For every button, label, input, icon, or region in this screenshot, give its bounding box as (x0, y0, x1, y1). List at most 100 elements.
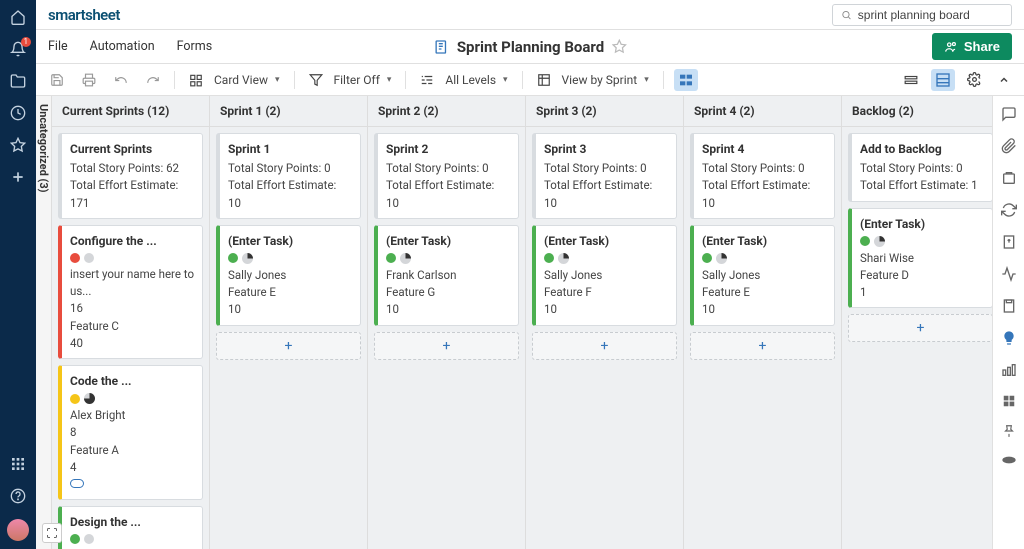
save-icon[interactable] (46, 70, 68, 90)
status-dot (702, 253, 712, 263)
card-title: Sprint 3 (544, 140, 668, 158)
pin-icon[interactable] (1002, 424, 1016, 438)
conversations-icon[interactable] (1001, 106, 1017, 122)
summary-card[interactable]: Sprint 1Total Story Points: 0Total Effor… (216, 133, 361, 219)
notifications-icon[interactable]: 1 (9, 40, 27, 58)
sheet-title: Sprint Planning Board (433, 38, 627, 56)
column-header[interactable]: Sprint 4 (2) (684, 96, 841, 127)
collapse-icon[interactable] (994, 71, 1014, 89)
card-view-selector[interactable]: Card View (185, 70, 284, 90)
progress-pie-icon (400, 253, 411, 264)
attachments-icon[interactable] (1001, 138, 1017, 154)
column-header[interactable]: Current Sprints (12) (52, 96, 209, 127)
add-card-button[interactable]: + (690, 332, 835, 360)
uncategorized-lane[interactable]: Uncategorized (3) (36, 96, 52, 549)
search-icon (841, 9, 852, 21)
card-line: 8 (70, 424, 194, 441)
card-line: 1 (860, 284, 984, 301)
add-card-button[interactable]: + (848, 314, 992, 342)
add-card-button[interactable]: + (374, 332, 519, 360)
task-card[interactable]: Configure the ...insert your name here t… (58, 225, 203, 359)
settings-icon[interactable] (963, 69, 986, 90)
card-title: Current Sprints (70, 140, 194, 158)
search-input[interactable] (858, 8, 1003, 22)
formula-icon[interactable] (1001, 362, 1017, 378)
card-title: (Enter Task) (702, 232, 826, 250)
status-dot (228, 253, 238, 263)
apps-icon[interactable] (9, 455, 27, 473)
card-line: Frank Carlson (386, 267, 510, 284)
home-icon[interactable] (9, 8, 27, 26)
favorite-star-icon[interactable] (612, 39, 627, 54)
share-label: Share (964, 39, 1000, 54)
menu-forms[interactable]: Forms (177, 39, 213, 54)
task-card[interactable]: (Enter Task)Frank CarlsonFeature G10 (374, 225, 519, 326)
menu-automation[interactable]: Automation (90, 39, 155, 54)
sheet-title-text: Sprint Planning Board (457, 38, 604, 56)
card-title: (Enter Task) (228, 232, 352, 250)
column-header[interactable]: Sprint 1 (2) (210, 96, 367, 127)
card-title: Design the ... (70, 513, 194, 531)
levels-selector[interactable]: All Levels (416, 70, 511, 90)
card-layout-icon[interactable] (931, 69, 955, 91)
update-requests-icon[interactable] (1001, 202, 1017, 218)
add-icon[interactable] (9, 168, 27, 186)
user-avatar[interactable] (7, 519, 29, 541)
activity-log-icon[interactable] (1001, 266, 1017, 282)
uncategorized-label: Uncategorized (3) (37, 104, 50, 193)
resource-icon[interactable] (1001, 454, 1017, 466)
card-title: (Enter Task) (860, 215, 984, 233)
card-title: Sprint 4 (702, 140, 826, 158)
favorites-icon[interactable] (9, 136, 27, 154)
column-body: Sprint 1Total Story Points: 0Total Effor… (210, 127, 367, 549)
task-card[interactable]: (Enter Task)Sally JonesFeature F10 (532, 225, 677, 326)
view-toolbar: Card View Filter Off All Levels View by … (36, 64, 1024, 96)
print-icon[interactable] (78, 70, 100, 90)
summary-card[interactable]: Sprint 2Total Story Points: 0Total Effor… (374, 133, 519, 219)
card-line: Feature F (544, 284, 668, 301)
card-line: Shari Wise (860, 250, 984, 267)
column-header[interactable]: Backlog (2) (842, 96, 992, 127)
card-title: Code the ... (70, 372, 194, 390)
redo-icon[interactable] (142, 70, 164, 90)
card-line: Total Effort Estimate: 10 (228, 177, 352, 212)
grid-view-icon[interactable] (899, 70, 923, 90)
work-apps-icon[interactable] (1002, 394, 1016, 408)
menu-file[interactable]: File (48, 39, 68, 54)
summary-card[interactable]: Sprint 3Total Story Points: 0Total Effor… (532, 133, 677, 219)
undo-icon[interactable] (110, 70, 132, 90)
task-card[interactable]: (Enter Task)Sally JonesFeature E10 (216, 225, 361, 326)
summary-card[interactable]: Current SprintsTotal Story Points: 62Tot… (58, 133, 203, 219)
recents-icon[interactable] (9, 104, 27, 122)
summary-card[interactable]: Sprint 4Total Story Points: 0Total Effor… (690, 133, 835, 219)
add-card-button[interactable]: + (216, 332, 361, 360)
card-line: Total Effort Estimate: 10 (386, 177, 510, 212)
proofs-icon[interactable] (1001, 170, 1017, 186)
summary-icon[interactable] (1001, 298, 1017, 314)
fullscreen-icon[interactable] (42, 523, 62, 543)
card-line: 4 (70, 459, 194, 476)
task-card[interactable]: Design the ...Frank Carlson4Feature A16 (58, 506, 203, 549)
share-button[interactable]: Share (932, 33, 1012, 60)
status-dot (70, 534, 80, 544)
summary-card[interactable]: Add to BacklogTotal Story Points: 0Total… (848, 133, 992, 202)
card-title: Configure the ... (70, 232, 194, 250)
column-header[interactable]: Sprint 3 (2) (526, 96, 683, 127)
card-line: Alex Bright (70, 407, 194, 424)
task-card[interactable]: Code the ...Alex Bright8Feature A4 (58, 365, 203, 500)
help-icon[interactable] (9, 487, 27, 505)
folder-icon[interactable] (9, 72, 27, 90)
task-card[interactable]: (Enter Task) Shari WiseFeature D1 (848, 208, 992, 309)
publish-icon[interactable] (1001, 234, 1017, 250)
view-by-selector[interactable]: View by Sprint (533, 70, 653, 90)
filter-selector[interactable]: Filter Off (305, 70, 396, 90)
column-body: Sprint 2Total Story Points: 0Total Effor… (368, 127, 525, 549)
global-search[interactable] (832, 4, 1012, 26)
brandfolder-icon[interactable] (1001, 330, 1017, 346)
column-header[interactable]: Sprint 2 (2) (368, 96, 525, 127)
status-dots (228, 253, 352, 264)
compact-layout-toggle[interactable] (674, 69, 698, 91)
card-line: Feature D (860, 267, 984, 284)
task-card[interactable]: (Enter Task)Sally JonesFeature E10 (690, 225, 835, 326)
add-card-button[interactable]: + (532, 332, 677, 360)
